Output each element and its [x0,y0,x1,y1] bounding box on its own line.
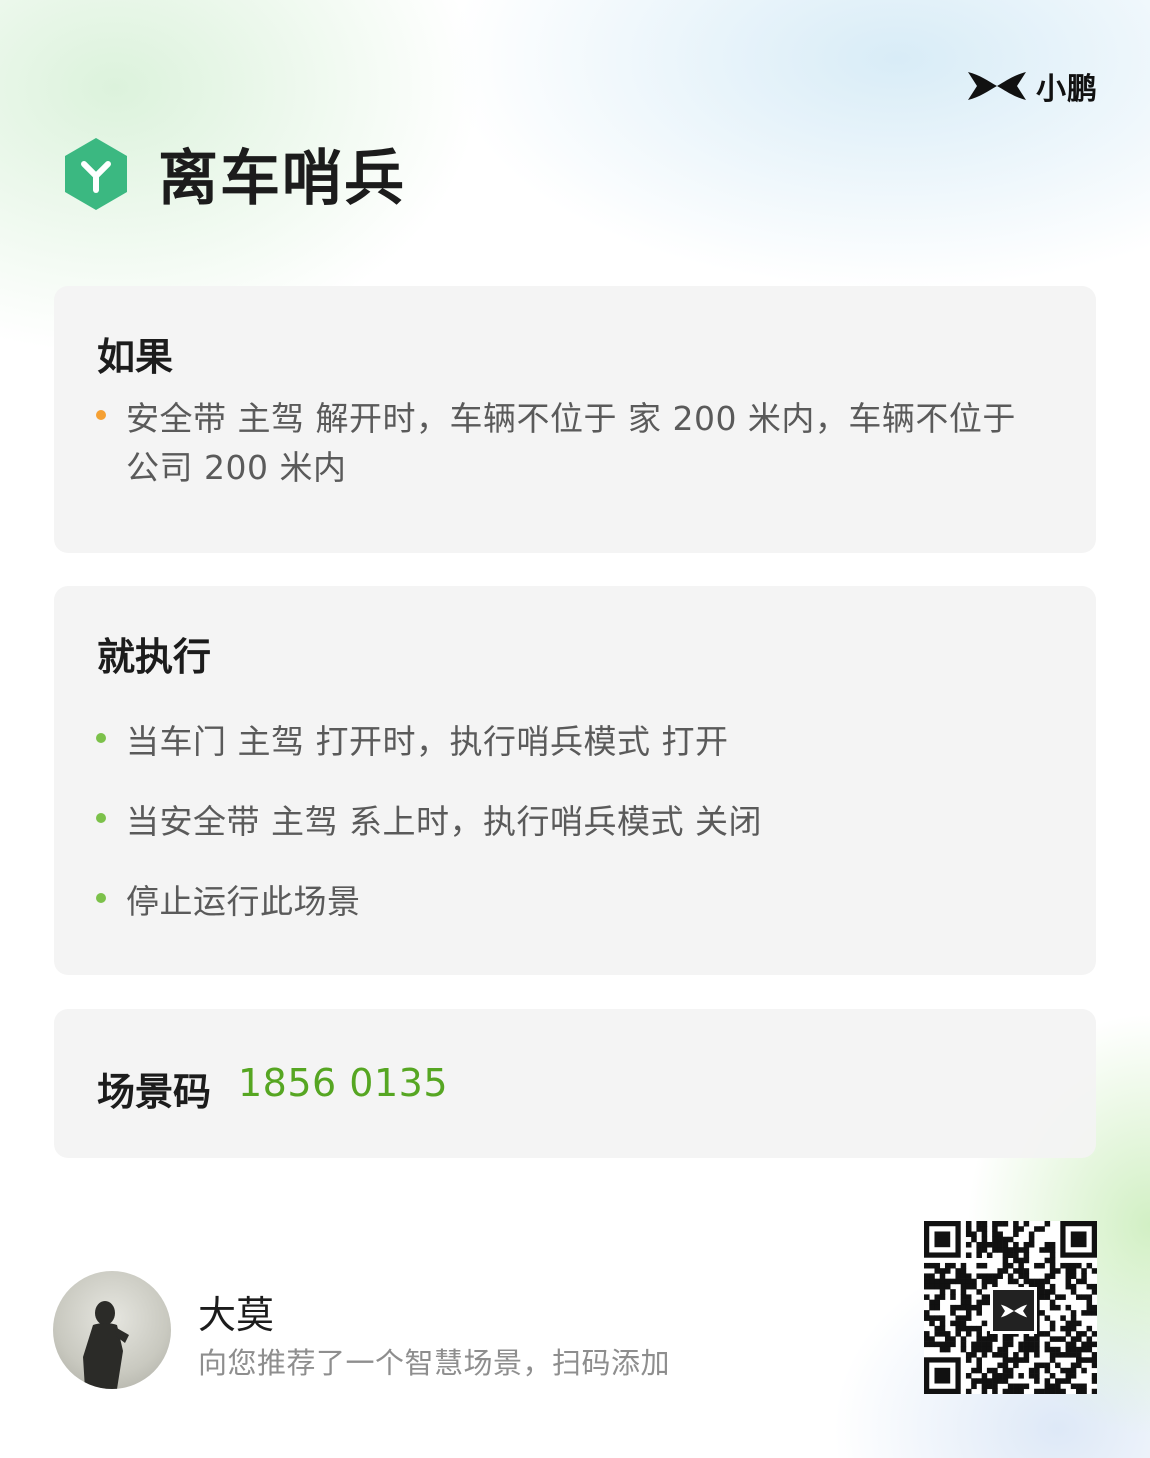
xpeng-logo-icon [966,69,1028,103]
action-item: 当车门 主驾 打开时，执行哨兵模式 打开 [96,717,1056,766]
then-card: 就执行 当车门 主驾 打开时，执行哨兵模式 打开 当安全带 主驾 系上时，执行哨… [54,586,1096,975]
scene-code-value[interactable]: 1856 0135 [238,1061,448,1105]
bullet-dot-icon [96,410,106,420]
bullet-dot-icon [96,893,106,903]
action-text: 当车门 主驾 打开时，执行哨兵模式 打开 [126,722,729,761]
xpeng-logo-icon [990,1287,1037,1334]
action-item: 当安全带 主驾 系上时，执行哨兵模式 关闭 [96,797,1056,846]
brand-name: 小鹏 [1036,72,1098,107]
condition-text: 安全带 主驾 解开时，车辆不位于 家 200 米内，车辆不位于 公司 200 米… [126,399,1016,487]
scene-code-label: 场景码 [97,1070,212,1114]
action-text: 当安全带 主驾 系上时，执行哨兵模式 关闭 [126,802,762,841]
scene-code-card: 场景码 1856 0135 [54,1009,1096,1158]
bullet-dot-icon [96,813,106,823]
condition-item: 安全带 主驾 解开时，车辆不位于 家 200 米内，车辆不位于 公司 200 米… [96,394,1056,492]
avatar[interactable] [53,1271,171,1389]
then-card-title: 就执行 [97,635,212,679]
recommend-message: 向您推荐了一个智慧场景，扫码添加 [198,1346,671,1380]
page-title: 离车哨兵 [158,144,406,214]
qr-code-icon[interactable] [924,1221,1097,1394]
if-card-title: 如果 [97,335,174,379]
user-name: 大莫 [198,1293,275,1337]
bullet-dot-icon [96,733,106,743]
if-card: 如果 安全带 主驾 解开时，车辆不位于 家 200 米内，车辆不位于 公司 20… [54,286,1096,553]
brand: 小鹏 [966,64,1098,108]
action-text: 停止运行此场景 [126,882,361,921]
hexagon-y-icon [65,137,127,210]
action-item: 停止运行此场景 [96,877,1056,926]
header: 离车哨兵 [62,130,406,217]
